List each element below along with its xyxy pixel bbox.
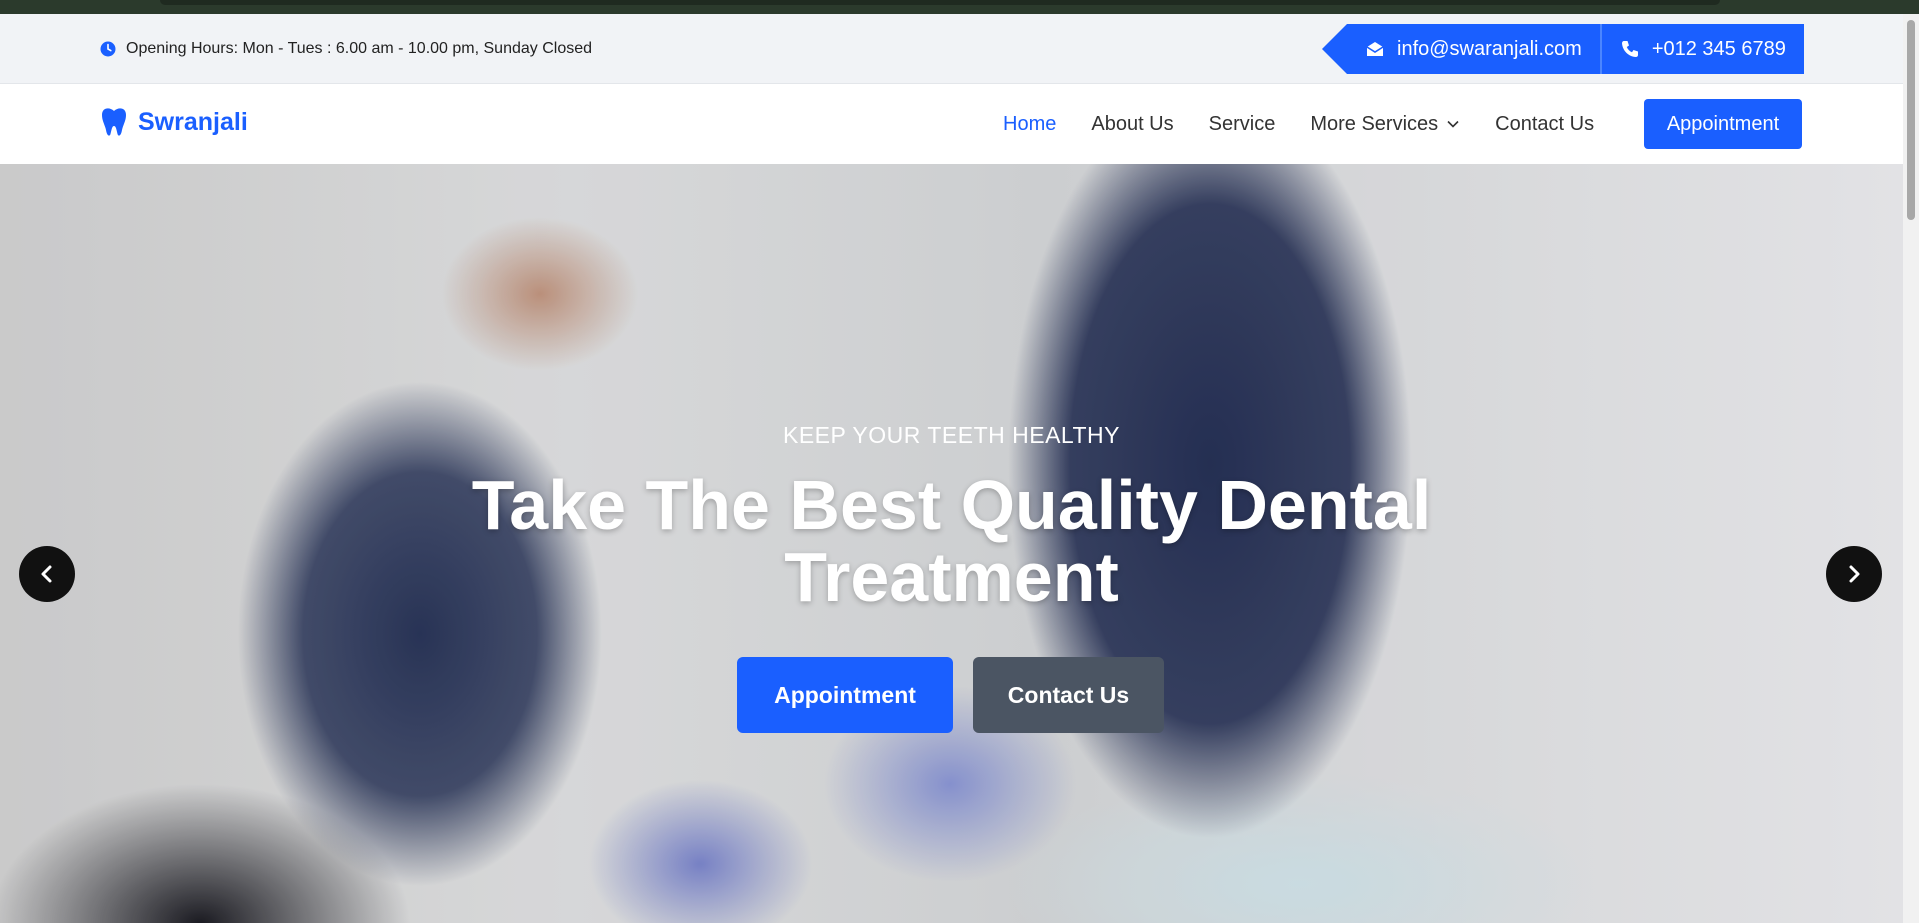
nav-more-services[interactable]: More Services: [1310, 113, 1460, 136]
email-text: info@swaranjali.com: [1397, 37, 1582, 60]
hero-subtitle: KEEP YOUR TEETH HEALTHY: [782, 422, 1120, 448]
main-navbar: Swranjali Home About Us Service More Ser…: [0, 84, 1903, 164]
envelope-icon: [1366, 42, 1384, 56]
page-scrollbar[interactable]: [1903, 14, 1919, 923]
hero-contact-button[interactable]: Contact Us: [973, 657, 1164, 733]
top-info-bar: Opening Hours: Mon - Tues : 6.00 am - 10…: [0, 14, 1903, 84]
hero-carousel: KEEP YOUR TEETH HEALTHY Take The Best Qu…: [0, 164, 1903, 923]
opening-hours: Opening Hours: Mon - Tues : 6.00 am - 10…: [100, 40, 592, 58]
phone-icon: [1621, 41, 1638, 57]
carousel-prev-button[interactable]: [19, 546, 75, 602]
chevron-down-icon: [1447, 120, 1459, 128]
browser-chrome-strip: [0, 0, 1919, 14]
nav-links: Home About Us Service More Services Cont…: [1003, 84, 1594, 164]
contact-block-notch: [1322, 24, 1347, 74]
scrollbar-thumb[interactable]: [1907, 20, 1915, 220]
clock-icon: [100, 41, 116, 57]
tooth-icon: [102, 108, 126, 136]
email-link[interactable]: info@swaranjali.com: [1347, 24, 1600, 74]
hero-content: KEEP YOUR TEETH HEALTHY Take The Best Qu…: [0, 164, 1903, 923]
nav-more-services-label: More Services: [1310, 112, 1439, 135]
phone-link[interactable]: +012 345 6789: [1601, 24, 1804, 74]
brand-name: Swranjali: [138, 107, 248, 136]
nav-about-us[interactable]: About Us: [1091, 113, 1173, 136]
carousel-next-button[interactable]: [1826, 546, 1882, 602]
opening-hours-text: Opening Hours: Mon - Tues : 6.00 am - 10…: [126, 40, 593, 57]
nav-home[interactable]: Home: [1003, 113, 1056, 136]
hero-appointment-button[interactable]: Appointment: [737, 657, 953, 733]
brand-logo[interactable]: Swranjali: [100, 106, 248, 138]
hero-title: Take The Best Quality Dental Treatment: [471, 466, 1432, 616]
browser-chrome-inner: [160, 0, 1720, 5]
nav-contact-us[interactable]: Contact Us: [1495, 113, 1594, 136]
chevron-left-icon: [41, 565, 52, 583]
chevron-right-icon: [1849, 565, 1860, 583]
nav-service[interactable]: Service: [1209, 113, 1276, 136]
nav-appointment-button[interactable]: Appointment: [1644, 99, 1802, 149]
contact-block: info@swaranjali.com +012 345 6789: [1322, 24, 1804, 74]
phone-text: +012 345 6789: [1651, 37, 1786, 60]
